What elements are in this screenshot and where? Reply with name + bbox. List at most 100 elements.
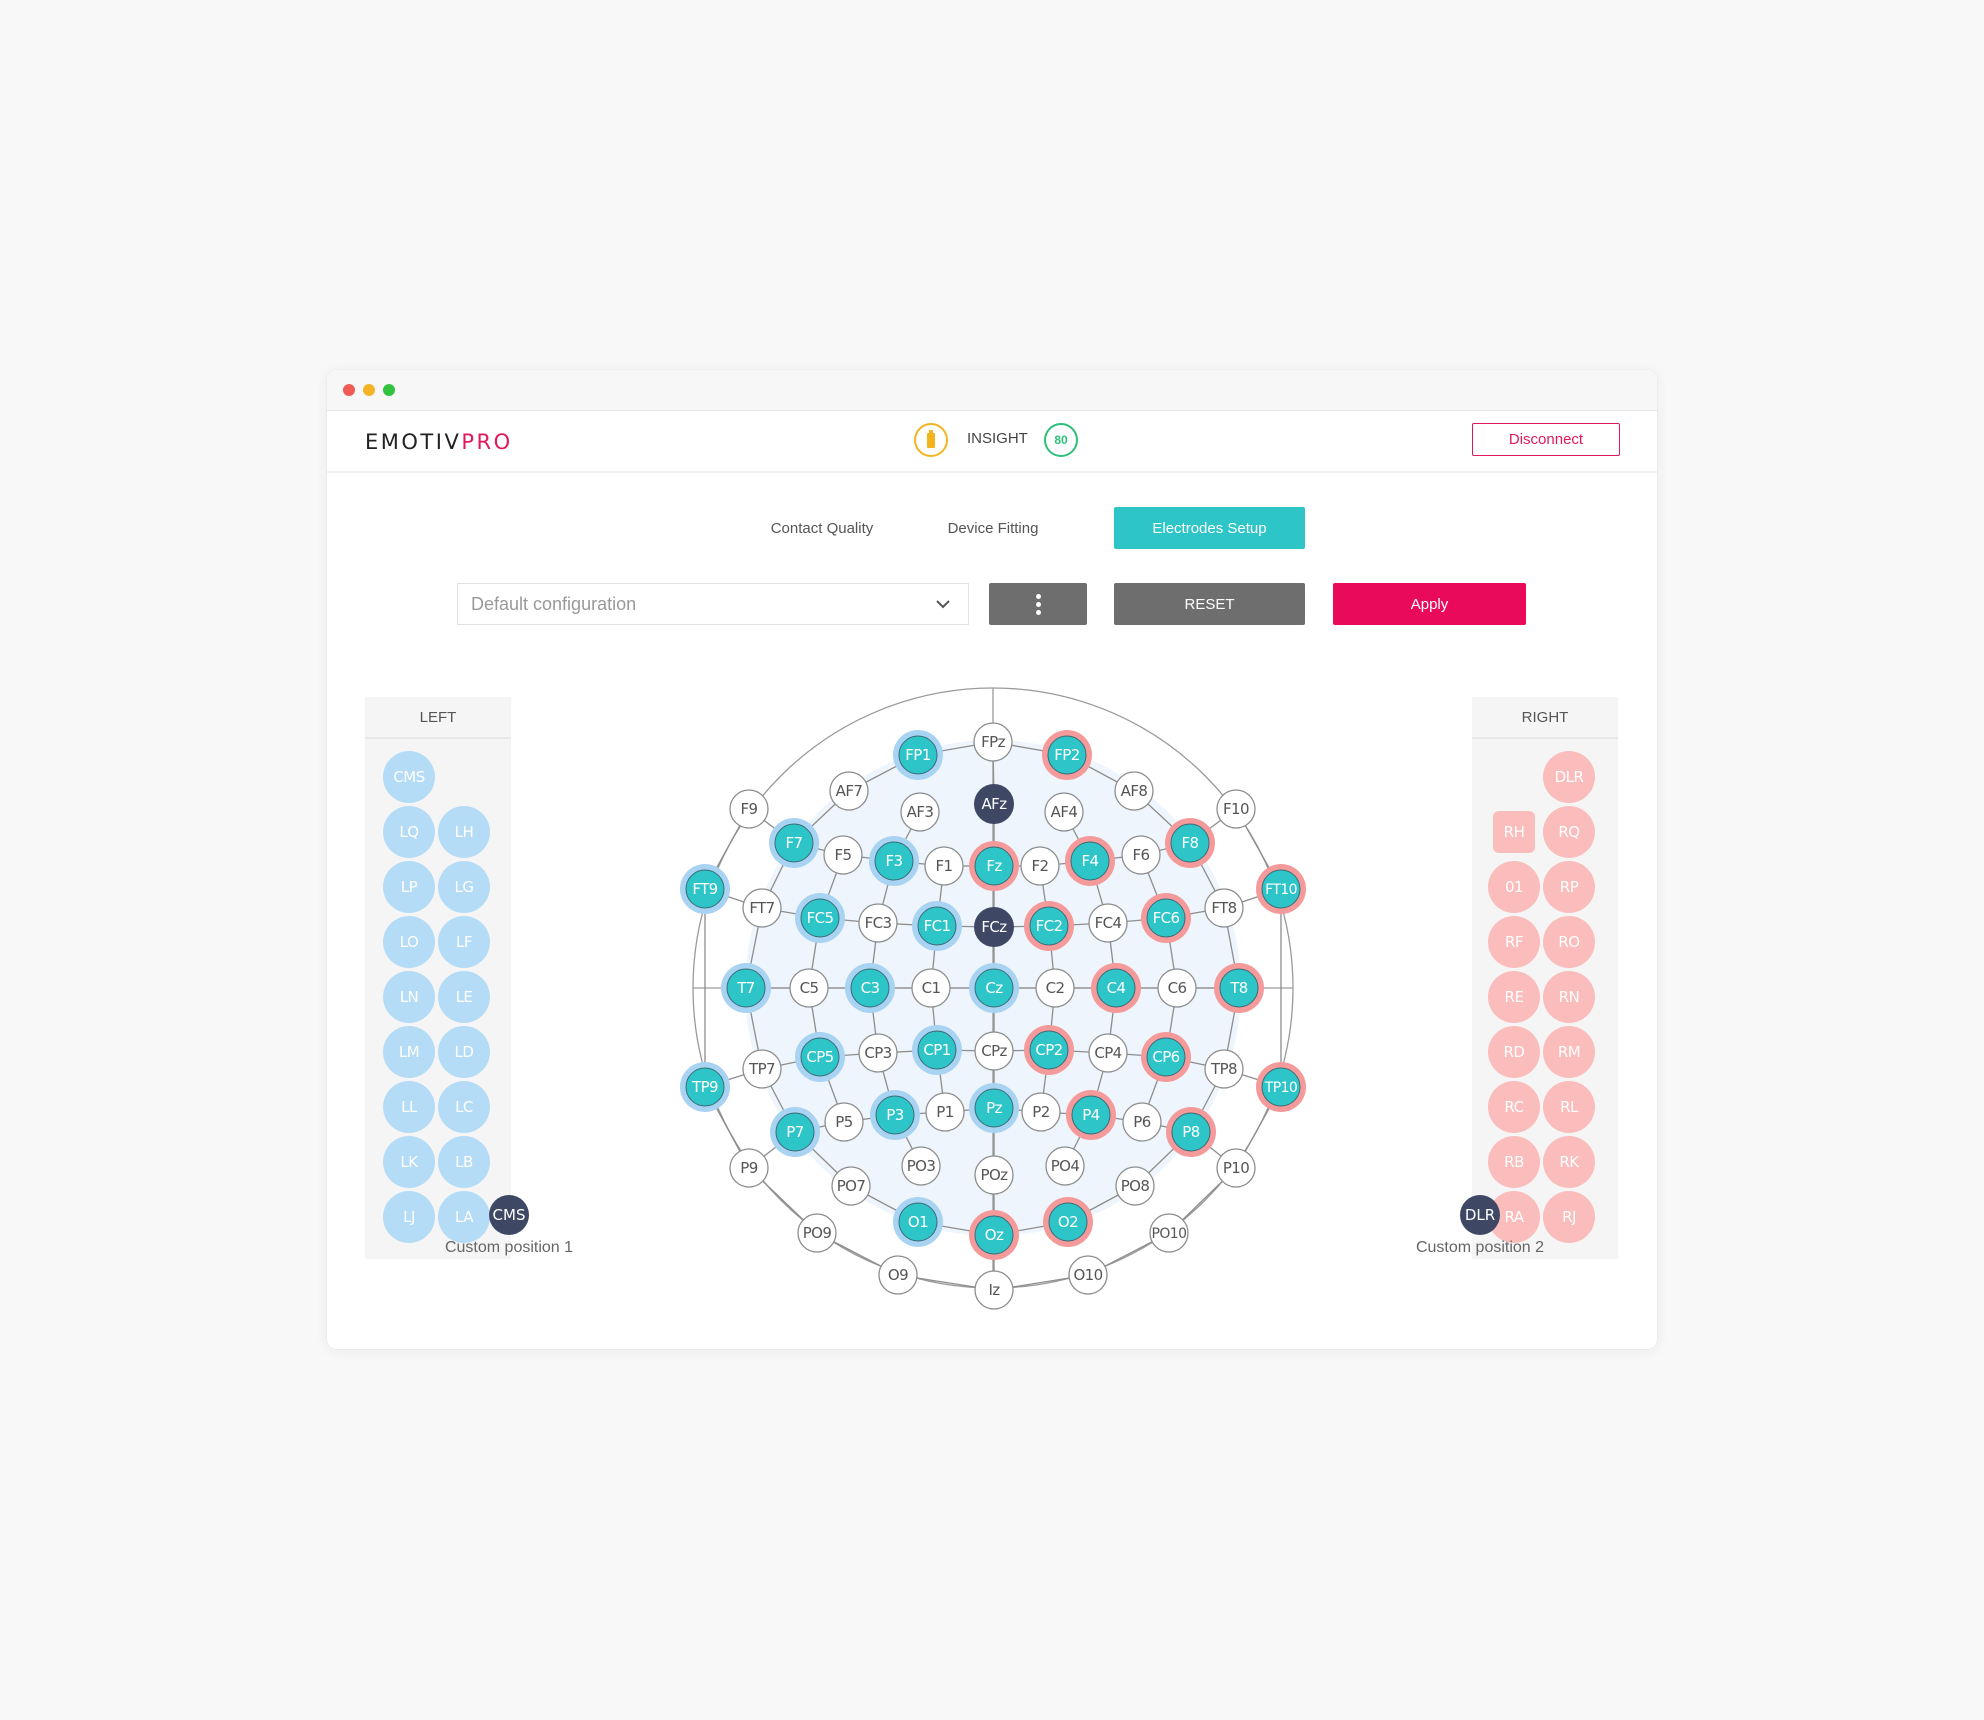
electrode-o2[interactable]: O2 xyxy=(1043,1197,1093,1247)
electrode-f1[interactable]: F1 xyxy=(924,846,964,886)
electrode-p7[interactable]: P7 xyxy=(770,1107,820,1157)
electrode-c4[interactable]: C4 xyxy=(1091,963,1141,1013)
electrode-fc1[interactable]: FC1 xyxy=(912,901,962,951)
electrode-pz[interactable]: Pz xyxy=(969,1083,1019,1133)
electrode-label: FC5 xyxy=(807,909,834,927)
electrode-cp4[interactable]: CP4 xyxy=(1088,1033,1128,1073)
electrode-tp10[interactable]: TP10 xyxy=(1256,1062,1306,1112)
electrode-cp2[interactable]: CP2 xyxy=(1024,1025,1074,1075)
electrode-ft7[interactable]: FT7 xyxy=(742,888,782,928)
electrode-cz[interactable]: Cz xyxy=(969,963,1019,1013)
electrode-f10[interactable]: F10 xyxy=(1216,789,1256,829)
electrode-po7[interactable]: PO7 xyxy=(831,1166,871,1206)
electrode-c5[interactable]: C5 xyxy=(789,968,829,1008)
electrode-label: FT8 xyxy=(1211,899,1236,917)
electrode-head-map: FPz FP1 FP2 AF7 AF3 AFz AF4 AF8 F9 F7 F5 F3 F1 Fz F2 F4… xyxy=(680,687,1306,1310)
electrode-fc6[interactable]: FC6 xyxy=(1141,893,1191,943)
electrode-f7[interactable]: F7 xyxy=(769,818,819,868)
electrode-af4[interactable]: AF4 xyxy=(1044,792,1084,832)
electrode-ft9[interactable]: FT9 xyxy=(680,864,730,914)
electrode-af7[interactable]: AF7 xyxy=(829,771,869,811)
electrode-af8[interactable]: AF8 xyxy=(1114,771,1154,811)
electrode-label: Fz xyxy=(986,857,1002,875)
electrode-label: AF3 xyxy=(907,803,934,821)
electrode-f9[interactable]: F9 xyxy=(729,789,769,829)
electrode-p9[interactable]: P9 xyxy=(729,1148,769,1188)
electrode-tp8[interactable]: TP8 xyxy=(1204,1049,1244,1089)
electrode-t7[interactable]: T7 xyxy=(721,963,771,1013)
electrode-cp1[interactable]: CP1 xyxy=(912,1025,962,1075)
electrode-fp2[interactable]: FP2 xyxy=(1042,730,1092,780)
electrode-c2[interactable]: C2 xyxy=(1035,968,1075,1008)
electrode-f6[interactable]: F6 xyxy=(1121,835,1161,875)
electrode-f2[interactable]: F2 xyxy=(1020,846,1060,886)
electrode-o1[interactable]: O1 xyxy=(893,1197,943,1247)
electrode-o10[interactable]: O10 xyxy=(1068,1255,1108,1295)
electrode-label: C4 xyxy=(1107,979,1126,997)
electrode-f8[interactable]: F8 xyxy=(1165,818,1215,868)
electrode-label: P10 xyxy=(1223,1159,1249,1177)
electrode-fc3[interactable]: FC3 xyxy=(858,903,898,943)
electrode-po4[interactable]: PO4 xyxy=(1045,1146,1085,1186)
electrode-po3[interactable]: PO3 xyxy=(901,1146,941,1186)
electrode-p3[interactable]: P3 xyxy=(870,1090,920,1140)
electrode-ft8[interactable]: FT8 xyxy=(1204,888,1244,928)
electrode-fz[interactable]: Fz xyxy=(969,841,1019,891)
electrode-po9[interactable]: PO9 xyxy=(797,1213,837,1253)
electrode-label: AF7 xyxy=(836,782,863,800)
electrode-cpz[interactable]: CPz xyxy=(974,1031,1014,1071)
electrode-afz[interactable]: AFz xyxy=(974,784,1014,824)
electrode-t8[interactable]: T8 xyxy=(1214,963,1264,1013)
electrode-iz[interactable]: Iz xyxy=(974,1270,1014,1310)
electrode-f5[interactable]: F5 xyxy=(823,835,863,875)
electrode-label: F1 xyxy=(936,857,953,875)
electrode-fc2[interactable]: FC2 xyxy=(1024,901,1074,951)
electrode-cp6[interactable]: CP6 xyxy=(1141,1032,1191,1082)
electrode-label: FPz xyxy=(981,733,1005,751)
electrode-oz[interactable]: Oz xyxy=(969,1210,1019,1260)
app-window: EMOTIVPRO INSIGHT 80 Disconnect Contact … xyxy=(327,370,1657,1349)
electrode-label: FC3 xyxy=(865,914,892,932)
electrode-ft10[interactable]: FT10 xyxy=(1256,864,1306,914)
electrode-c3[interactable]: C3 xyxy=(845,963,895,1013)
electrode-o9[interactable]: O9 xyxy=(878,1255,918,1295)
electrode-fcz[interactable]: FCz xyxy=(974,907,1014,947)
electrode-label: PO8 xyxy=(1121,1177,1150,1195)
electrode-fc4[interactable]: FC4 xyxy=(1088,903,1128,943)
electrode-label: CP1 xyxy=(923,1041,950,1059)
electrode-label: FC4 xyxy=(1095,914,1122,932)
electrode-poz[interactable]: POz xyxy=(974,1155,1014,1195)
electrode-p8[interactable]: P8 xyxy=(1166,1107,1216,1157)
electrode-p6[interactable]: P6 xyxy=(1122,1102,1162,1142)
electrode-cp5[interactable]: CP5 xyxy=(795,1032,845,1082)
electrode-label: O1 xyxy=(908,1213,928,1231)
electrode-tp7[interactable]: TP7 xyxy=(742,1049,782,1089)
electrode-c1[interactable]: C1 xyxy=(911,968,951,1008)
electrode-label: F4 xyxy=(1082,852,1099,870)
electrode-tp9[interactable]: TP9 xyxy=(680,1062,730,1112)
electrode-p10[interactable]: P10 xyxy=(1216,1148,1256,1188)
electrode-label: FCz xyxy=(981,918,1007,936)
electrode-po10[interactable]: PO10 xyxy=(1149,1213,1189,1253)
electrode-fp1[interactable]: FP1 xyxy=(893,730,943,780)
electrode-label: P5 xyxy=(835,1113,852,1131)
electrode-af3[interactable]: AF3 xyxy=(900,792,940,832)
electrode-label: F3 xyxy=(886,852,903,870)
electrode-p4[interactable]: P4 xyxy=(1066,1090,1116,1140)
electrode-label: FT9 xyxy=(692,880,717,898)
electrode-fpz[interactable]: FPz xyxy=(973,722,1013,762)
electrode-label: CP2 xyxy=(1035,1041,1062,1059)
electrode-fc5[interactable]: FC5 xyxy=(795,893,845,943)
electrode-p5[interactable]: P5 xyxy=(824,1102,864,1142)
electrode-po8[interactable]: PO8 xyxy=(1115,1166,1155,1206)
electrode-label: P6 xyxy=(1133,1113,1150,1131)
electrode-f4[interactable]: F4 xyxy=(1065,836,1115,886)
electrode-label: Cz xyxy=(985,979,1003,997)
electrode-p1[interactable]: P1 xyxy=(925,1092,965,1132)
electrode-label: O9 xyxy=(888,1266,908,1284)
electrode-cp3[interactable]: CP3 xyxy=(858,1033,898,1073)
electrode-label: F10 xyxy=(1223,800,1249,818)
electrode-p2[interactable]: P2 xyxy=(1021,1092,1061,1132)
electrode-c6[interactable]: C6 xyxy=(1157,968,1197,1008)
electrode-f3[interactable]: F3 xyxy=(869,836,919,886)
